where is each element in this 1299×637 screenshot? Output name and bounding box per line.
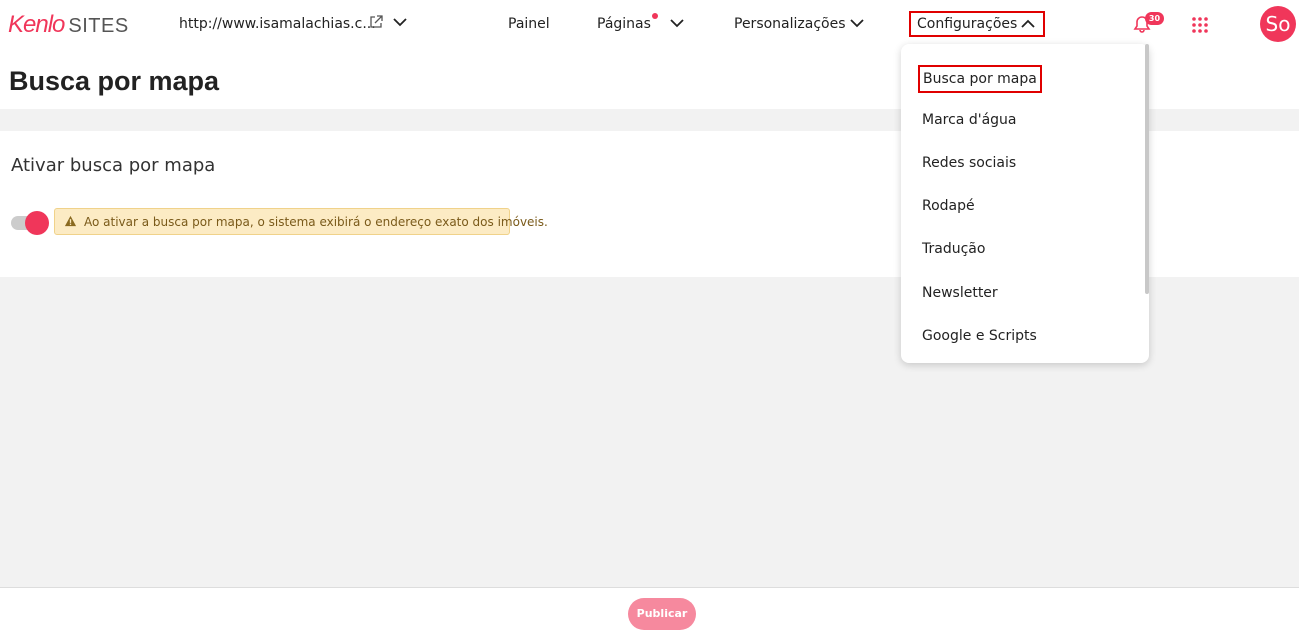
dropdown-item-google-e-scripts[interactable]: Google e Scripts	[922, 328, 1037, 344]
chevron-down-icon[interactable]	[393, 17, 407, 27]
publish-button[interactable]: Publicar	[628, 598, 696, 630]
logo-sites-text: SITES	[68, 15, 129, 37]
warning-icon	[64, 215, 77, 227]
warning-text: Ao ativar a busca por mapa, o sistema ex…	[84, 215, 548, 229]
nav-personalizacoes[interactable]: Personalizações	[734, 16, 846, 32]
dropdown-item-rodape[interactable]: Rodapé	[922, 198, 975, 214]
nav-painel[interactable]: Painel	[508, 16, 550, 32]
page-title: Busca por mapa	[9, 66, 220, 96]
dropdown-item-marca-dagua[interactable]: Marca d'água	[922, 112, 1017, 128]
toggle-knob	[25, 211, 49, 235]
map-search-toggle[interactable]	[11, 211, 49, 235]
dropdown-item-busca-por-mapa[interactable]: Busca por mapa	[918, 65, 1042, 93]
kenlo-sites-logo[interactable]: Kenlo SITES	[8, 11, 129, 39]
chevron-up-icon	[1021, 19, 1035, 28]
chevron-down-icon[interactable]	[850, 18, 864, 28]
logo-kenlo-text: Kenlo	[8, 11, 65, 38]
notification-count-badge: 30	[1145, 12, 1164, 25]
warning-alert: Ao ativar a busca por mapa, o sistema ex…	[54, 208, 548, 235]
user-avatar[interactable]: So	[1260, 6, 1296, 42]
chevron-down-icon[interactable]	[670, 18, 684, 28]
nav-paginas[interactable]: Páginas	[597, 16, 651, 32]
paginas-notification-dot	[652, 13, 658, 19]
card-title: Ativar busca por mapa	[11, 155, 216, 176]
dropdown-item-traducao[interactable]: Tradução	[922, 241, 985, 257]
configuracoes-dropdown-menu: Busca por mapa Marca d'água Redes sociai…	[901, 44, 1149, 363]
dropdown-scrollbar[interactable]	[1145, 44, 1149, 294]
top-navigation-bar: Kenlo SITES http://www.isamalachias.c...…	[0, 0, 1299, 48]
site-url[interactable]: http://www.isamalachias.c...	[179, 16, 376, 32]
nav-configuracoes-label: Configurações	[917, 16, 1018, 32]
dropdown-item-redes-sociais[interactable]: Redes sociais	[922, 155, 1016, 171]
dropdown-item-newsletter[interactable]: Newsletter	[922, 285, 998, 301]
nav-configuracoes[interactable]: Configurações	[909, 11, 1045, 37]
external-link-icon[interactable]	[369, 15, 383, 29]
footer-bar: Publicar	[0, 587, 1299, 637]
apps-grid-icon[interactable]	[1191, 16, 1209, 34]
